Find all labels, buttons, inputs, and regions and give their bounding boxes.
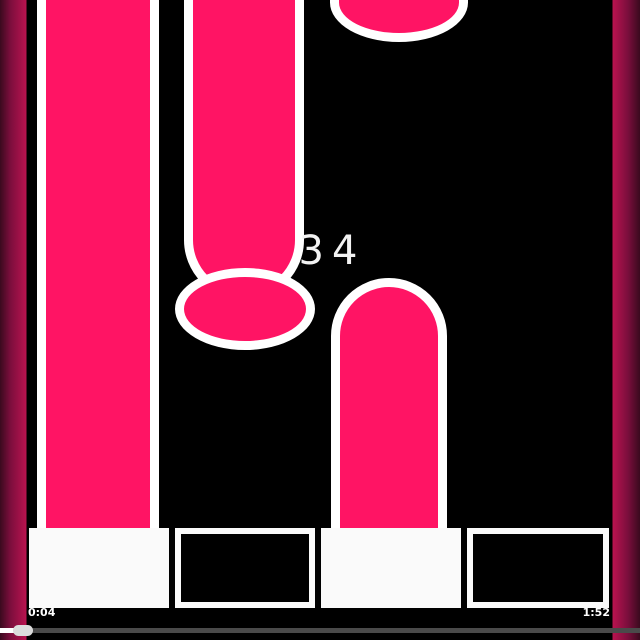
hit-key-row	[27, 528, 612, 608]
score-counter: 34	[298, 228, 366, 274]
current-time: 0:04	[28, 606, 56, 619]
tile-lane-3-top[interactable]	[330, 0, 468, 42]
hit-key-lane-4[interactable]	[467, 528, 609, 608]
hold-tile-lane-3[interactable]	[331, 278, 447, 540]
hit-key-lane-1[interactable]	[29, 528, 169, 608]
game-playfield: 34	[27, 0, 612, 608]
hold-tile-lane-2-head[interactable]	[175, 268, 315, 350]
hit-key-lane-3[interactable]	[321, 528, 461, 608]
seek-handle[interactable]	[13, 625, 34, 636]
total-time: 1:52	[582, 606, 610, 619]
hold-tile-lane-1[interactable]	[37, 0, 159, 540]
seek-bar[interactable]	[0, 625, 640, 636]
hit-key-lane-2[interactable]	[175, 528, 315, 608]
